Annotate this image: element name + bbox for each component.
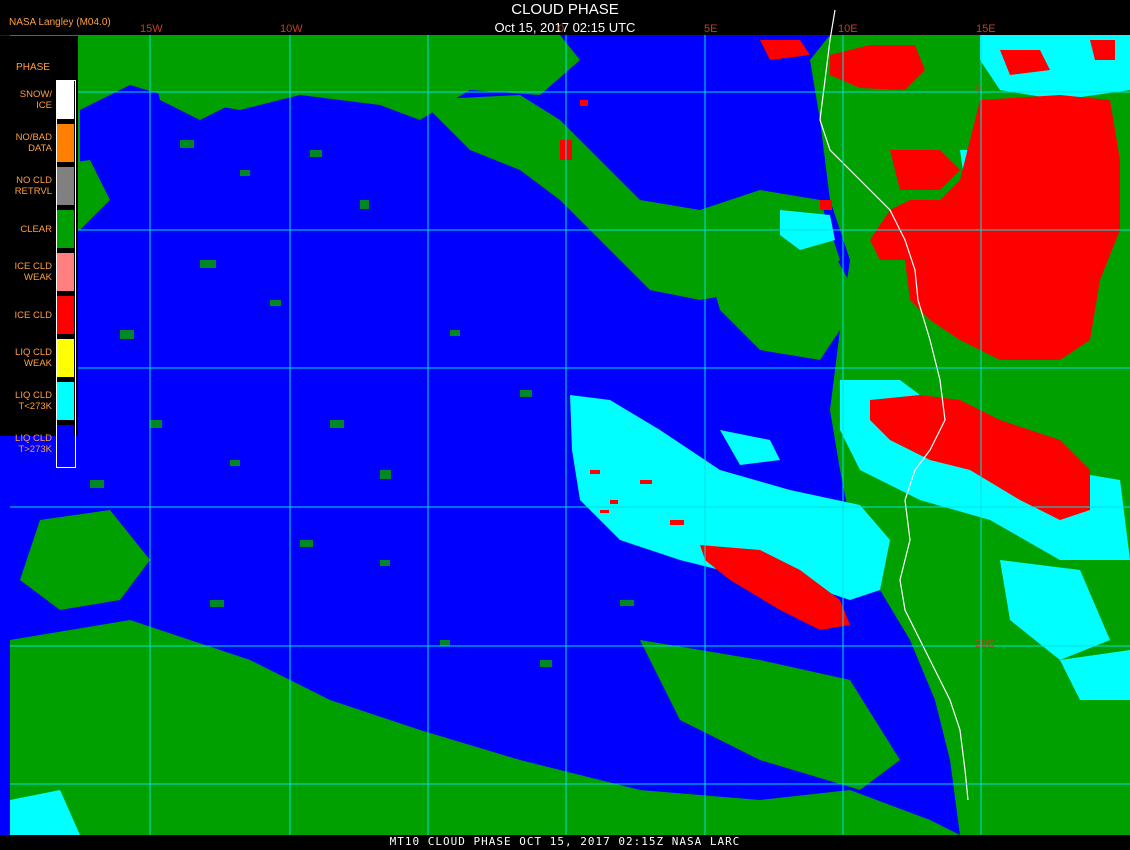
legend-label-line1: NO CLD	[16, 175, 52, 186]
legend-swatch	[57, 425, 74, 463]
legend-label-line2: WEAK	[24, 272, 52, 283]
legend-label-line2: ICE	[36, 100, 52, 111]
legend-swatch	[57, 124, 74, 162]
legend-label: LIQ CLD T<273K	[0, 390, 52, 412]
lon-label-10w: 10W	[280, 23, 303, 35]
cloud-phase-map	[0, 9, 1130, 835]
legend-swatch	[57, 296, 74, 334]
legend-label: NO/BAD DATA	[0, 132, 52, 154]
legend-label: LIQ CLD WEAK	[0, 347, 52, 369]
lon-label-0: 0	[558, 23, 565, 35]
legend-label-line1: LIQ CLD	[15, 347, 52, 358]
legend-swatch	[57, 382, 74, 420]
legend-label-line2: T>273K	[18, 444, 52, 455]
legend-label-line2: RETRVL	[14, 186, 52, 197]
lat-label-0: 0	[975, 83, 982, 95]
lon-label-15e: 15E	[976, 23, 996, 35]
lon-label-15w: 15W	[140, 23, 163, 35]
legend-swatch	[57, 339, 74, 377]
map-title: CLOUD PHASE	[511, 1, 619, 18]
legend-label-line1: SNOW/	[19, 89, 52, 100]
legend-label-line1: ICE CLD	[14, 261, 52, 272]
legend-title: PHASE	[16, 62, 50, 73]
legend-label: ICE CLD	[0, 310, 52, 321]
legend-label-line1: LIQ CLD	[15, 390, 52, 401]
legend-label: LIQ CLD T>273K	[0, 433, 52, 455]
legend-label: NO CLD RETRVL	[0, 175, 52, 197]
legend-label-line1: CLEAR	[20, 224, 52, 235]
map-timestamp: Oct 15, 2017 02:15 UTC	[494, 20, 636, 35]
legend-label: SNOW/ICE	[0, 89, 52, 111]
legend-label-line2: DATA	[28, 143, 52, 154]
legend-label: ICE CLD WEAK	[0, 261, 52, 283]
legend-label-line1: LIQ CLD	[15, 433, 52, 444]
lon-label-10e: 10E	[838, 23, 858, 35]
lon-label-5e: 5E	[704, 23, 718, 35]
legend-swatch	[57, 210, 74, 248]
legend-label-line2: WEAK	[24, 358, 52, 369]
legend-swatch	[57, 167, 74, 205]
phase-legend: PHASE SNOW/ICE NO/BAD DATA NO CLD RETRVL CLEA…	[0, 36, 78, 468]
legend-label-line2: T<273K	[18, 401, 52, 412]
legend-label-line1: NO/BAD	[15, 132, 52, 143]
legend-swatch	[57, 253, 74, 291]
legend-label-line1: ICE CLD	[14, 310, 52, 321]
lat-label-20s: 20S	[975, 638, 995, 650]
legend-swatch	[57, 81, 74, 119]
footer-caption: MT10 CLOUD PHASE OCT 15, 2017 02:15Z NAS…	[389, 835, 741, 848]
legend-label: CLEAR	[0, 224, 52, 235]
